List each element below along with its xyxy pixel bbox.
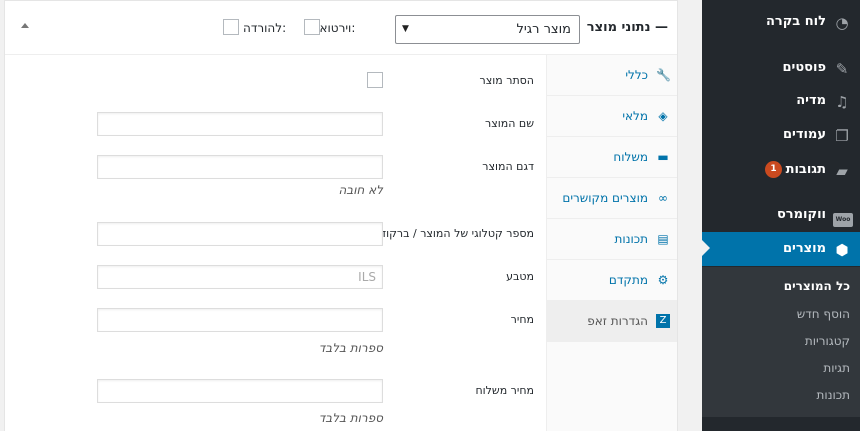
submenu-categories[interactable]: קטגוריות: [805, 334, 850, 348]
sidebar-item-label: פוסטים: [782, 60, 826, 75]
tab-zap-settings[interactable]: Z הגדרות זאפ: [547, 301, 677, 342]
admin-sidebar: ◔ לוח בקרה ✎ פוסטים ♫ מדיה ❐ עמודים ▰ תג…: [702, 0, 860, 431]
virtual-checkbox[interactable]: [304, 19, 320, 35]
collapse-toggle-icon[interactable]: [21, 23, 29, 28]
shipping-price-hint: ספרות בלבד: [318, 411, 383, 425]
tab-attributes[interactable]: ▤ תכונות: [547, 219, 677, 260]
chevron-down-icon: ▼: [402, 24, 409, 34]
currency-input[interactable]: ILS: [97, 265, 383, 289]
sidebar-item-comments[interactable]: ▰ תגובות 1: [702, 153, 860, 187]
sidebar-item-label: ווקומרס: [776, 207, 826, 222]
submenu-add-new[interactable]: הוסף חדש: [797, 307, 850, 321]
tab-attributes-label: תכונות: [614, 232, 648, 246]
shipping-price-input[interactable]: [97, 379, 383, 403]
active-pointer: [702, 240, 710, 256]
product-data-tabs: 🔧 כללי ◈ מלאי ▬ משלוח ∞ מוצרים מקושרים ▤…: [546, 55, 677, 431]
submenu-all-products[interactable]: כל המוצרים: [784, 279, 850, 293]
hide-product-label: הסתר מוצר: [479, 74, 534, 87]
tab-shipping-label: משלוח: [613, 150, 648, 164]
product-data-panel: נתוני מוצר — ▼ מוצר רגיל וירטואלי: להורד…: [4, 0, 678, 431]
product-model-hint: לא חובה: [338, 183, 383, 197]
price-hint: ספרות בלבד: [318, 341, 383, 355]
pin-icon: ✎: [835, 60, 849, 78]
product-type-value: מוצר רגיל: [516, 22, 571, 37]
link-icon: ∞: [658, 191, 668, 205]
sidebar-item-label: תגובות: [785, 162, 826, 177]
tab-shipping[interactable]: ▬ משלוח: [547, 137, 677, 178]
catalog-number-input[interactable]: [97, 222, 383, 246]
dashboard-icon: ◔: [835, 14, 849, 32]
tab-zap-settings-label: הגדרות זאפ: [587, 314, 648, 328]
product-form: הסתר מוצר שם המוצר דגם המוצר לא חובה מספ…: [5, 55, 546, 431]
sidebar-item-pages[interactable]: ❐ עמודים: [702, 118, 860, 152]
tab-inventory[interactable]: ◈ מלאי: [547, 96, 677, 137]
product-model-input[interactable]: [97, 155, 383, 179]
wrench-icon: 🔧: [656, 68, 671, 82]
product-model-label: דגם המוצר: [482, 160, 534, 173]
sidebar-item-label: מוצרים: [782, 241, 826, 256]
sidebar-item-label: לוח בקרה: [765, 14, 826, 29]
woo-icon-wrap: Woo: [833, 207, 853, 227]
product-type-select[interactable]: ▼ מוצר רגיל: [395, 15, 580, 44]
tab-general[interactable]: 🔧 כללי: [547, 55, 677, 96]
products-submenu: כל המוצרים הוסף חדש קטגוריות תגיות תכונו…: [702, 267, 860, 417]
sidebar-item-label: עמודים: [782, 127, 826, 142]
gear-icon: ⚙: [657, 273, 669, 287]
media-icon: ♫: [835, 93, 849, 111]
table-icon: ▤: [657, 232, 669, 246]
comment-icon: ▰: [836, 162, 848, 180]
truck-icon: ▬: [657, 150, 669, 164]
product-data-title: נתוני מוצר —: [586, 20, 668, 35]
price-input[interactable]: [97, 308, 383, 332]
sidebar-item-dashboard[interactable]: ◔ לוח בקרה: [702, 5, 860, 39]
tab-advanced-label: מתקדם: [608, 273, 648, 287]
sidebar-item-media[interactable]: ♫ מדיה: [702, 84, 860, 118]
product-data-header: נתוני מוצר — ▼ מוצר רגיל וירטואלי: להורד…: [5, 1, 677, 55]
product-name-label: שם המוצר: [485, 117, 534, 130]
submenu-tags[interactable]: תגיות: [823, 361, 850, 375]
currency-placeholder: ILS: [358, 270, 376, 284]
catalog-number-label: מספר קטלוגי של המוצר / ברקוד: [380, 227, 534, 240]
currency-label: מטבע: [506, 270, 534, 283]
pages-icon: ❐: [835, 127, 849, 145]
sidebar-item-posts[interactable]: ✎ פוסטים: [702, 51, 860, 85]
tab-inventory-label: מלאי: [622, 109, 648, 123]
tab-linked-products[interactable]: ∞ מוצרים מקושרים: [547, 178, 677, 219]
submenu-attributes[interactable]: תכונות: [817, 388, 850, 402]
downloadable-checkbox[interactable]: [223, 19, 239, 35]
tab-advanced[interactable]: ⚙ מתקדם: [547, 260, 677, 301]
hide-product-checkbox[interactable]: [367, 72, 383, 88]
sidebar-item-woocommerce[interactable]: Woo ווקומרס: [702, 198, 860, 232]
sidebar-item-label: מדיה: [796, 93, 826, 108]
tab-general-label: כללי: [625, 68, 648, 82]
zap-icon: Z: [656, 314, 670, 328]
comments-count-badge: 1: [765, 161, 782, 178]
downloadable-label: להורדה:: [243, 21, 287, 35]
shipping-price-label: מחיר משלוח: [475, 384, 534, 397]
product-name-input[interactable]: [97, 112, 383, 136]
woo-icon: Woo: [833, 213, 853, 227]
tag-icon: ◈: [658, 109, 668, 123]
box-icon: ⬢: [835, 241, 849, 259]
price-label: מחיר: [510, 313, 534, 326]
tab-linked-products-label: מוצרים מקושרים: [562, 191, 648, 205]
sidebar-item-products[interactable]: ⬢ מוצרים: [702, 232, 860, 266]
